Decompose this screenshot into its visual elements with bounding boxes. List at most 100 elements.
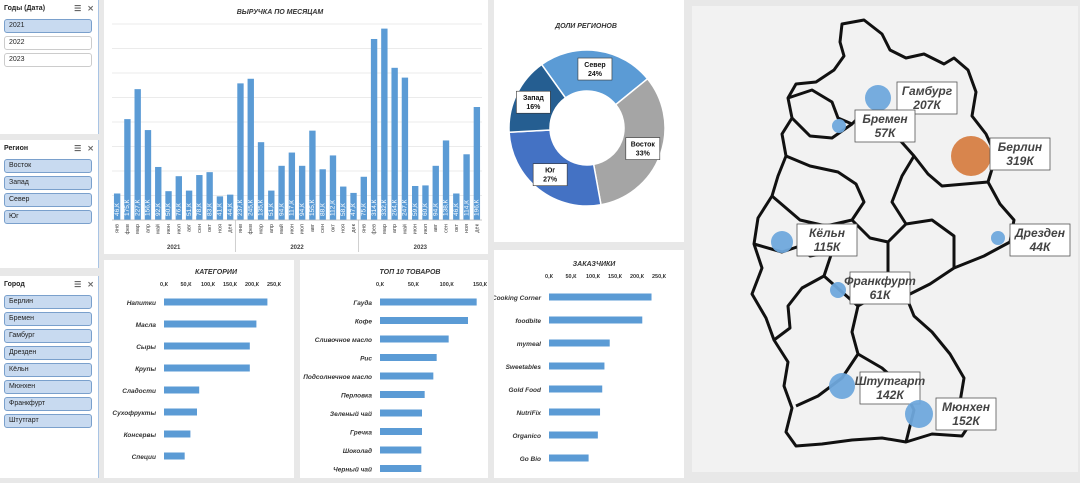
month-tick-label: мар	[135, 224, 141, 234]
revenue-data-label: 75,К	[361, 203, 368, 216]
category-bar	[164, 364, 250, 372]
month-tick-label: апр	[145, 224, 151, 233]
category-label: Гречка	[350, 430, 372, 437]
slicer-city-item[interactable]: Штутгарт	[4, 414, 92, 428]
slicer-city-item[interactable]: Бремен	[4, 312, 92, 326]
customers-title: ЗАКАЗЧИКИ	[573, 261, 617, 268]
month-tick-label: ноя	[341, 224, 347, 233]
revenue-data-label: 59,К	[412, 203, 419, 216]
slicer-region-item[interactable]: Восток	[4, 159, 92, 173]
slicer-city-item[interactable]: Кёльн	[4, 363, 92, 377]
category-label: Sweetables	[506, 364, 542, 371]
revenue-data-label: 245,К	[247, 199, 254, 216]
month-tick-label: фев	[248, 224, 254, 235]
top10-panel: ТОП 10 ТОВАРОВ 0,К 50,К 100,К 150,К Гауда Коф…	[300, 260, 488, 478]
multi-select-icon[interactable]: ☰	[74, 4, 81, 13]
slicer-years-item[interactable]: 2021	[4, 19, 92, 33]
category-label: Шоколад	[343, 447, 372, 455]
x-tick-label: 100,К	[586, 274, 601, 280]
slicer-city-item[interactable]: Берлин	[4, 295, 92, 309]
multi-select-icon[interactable]: ☰	[74, 280, 81, 289]
revenue-data-label: 60,К	[422, 203, 429, 216]
city-value-label: 44К	[1029, 240, 1052, 254]
slicer-years-item[interactable]: 2022	[4, 36, 92, 50]
city-name-label: Гамбург	[902, 84, 953, 98]
slicer-city-item[interactable]: Гамбург	[4, 329, 92, 343]
slice-name-label: Юг	[545, 168, 555, 175]
slicer-region-item[interactable]: Юг	[4, 210, 92, 224]
month-tick-label: янв	[238, 224, 244, 233]
category-bar	[380, 298, 477, 306]
month-tick-label: окт	[330, 224, 336, 233]
slice-value-label: 27%	[543, 177, 558, 184]
revenue-data-label: 51,К	[186, 203, 193, 216]
revenue-data-label: 117,К	[289, 200, 296, 216]
revenue-data-label: 156,К	[145, 199, 152, 216]
category-bar	[380, 354, 437, 361]
monthly-revenue-panel: ВЫРУЧКА ПО МЕСЯЦАМ 46,К 175,К 227,К 156,К 92…	[104, 0, 488, 254]
revenue-data-label: 264,К	[391, 199, 398, 216]
revenue-data-label: 51,К	[268, 203, 275, 216]
revenue-data-label: 58,К	[340, 203, 347, 216]
category-bar	[549, 316, 643, 324]
x-tick-label: 200,К	[630, 274, 645, 280]
month-tick-label: авг	[310, 224, 316, 232]
city-name-label: Бремен	[862, 112, 908, 126]
slicer-city-item[interactable]: Франкфурт	[4, 397, 92, 411]
clear-filter-icon[interactable]: ⨯	[87, 280, 94, 289]
month-tick-label: июн	[166, 224, 172, 234]
categories-panel: КАТЕГОРИИ 0,К 50,К 100,К 150,К 200,К 250,К Нап…	[104, 260, 294, 478]
month-tick-label: июл	[176, 224, 182, 234]
month-tick-label: июн	[413, 224, 419, 234]
month-tick-label: дек	[351, 223, 357, 232]
slicer-city-title: Город	[4, 280, 25, 288]
city-bubble	[829, 373, 855, 399]
year-label: 2021	[167, 245, 181, 251]
multi-select-icon[interactable]: ☰	[74, 144, 81, 153]
revenue-data-label: 112,К	[330, 200, 337, 216]
category-label: Черный чай	[333, 466, 372, 474]
customers-chart: ЗАКАЗЧИКИ 0,К 50,К 100,К 150,К 200,К 250,К Coo…	[492, 261, 667, 463]
clear-filter-icon[interactable]: ⨯	[87, 4, 94, 13]
slicer-years-item[interactable]: 2023	[4, 53, 92, 67]
category-bar	[380, 409, 422, 417]
city-value-label: 57К	[875, 126, 897, 140]
revenue-data-label: 76,К	[176, 203, 183, 216]
slicer-city-item[interactable]: Мюнхен	[4, 380, 92, 394]
category-bar	[164, 320, 257, 328]
month-tick-label: сен	[443, 224, 449, 233]
slice-name-label: Север	[584, 62, 605, 69]
x-tick-label: 100,К	[440, 282, 455, 288]
revenue-data-label: 46,К	[453, 203, 460, 216]
city-name-label: Штутгарт	[855, 374, 926, 388]
slice-name-label: Восток	[631, 142, 656, 149]
month-tick-label: мар	[258, 224, 264, 234]
revenue-data-label: 47,К	[350, 203, 357, 216]
revenue-data-label: 44,К	[227, 203, 234, 216]
category-label: Подсолнечное масло	[303, 373, 372, 381]
slicer-region-item[interactable]: Запад	[4, 176, 92, 190]
city-value-label: 115К	[814, 240, 842, 254]
slicer-region-item[interactable]: Север	[4, 193, 92, 207]
city-bubble	[832, 119, 846, 133]
revenue-data-label: 175,К	[124, 199, 131, 216]
revenue-data-label: 50,К	[165, 203, 172, 216]
x-tick-label: 50,К	[180, 282, 192, 288]
slicer-city-item[interactable]: Дрезден	[4, 346, 92, 360]
category-label: Gold Food	[509, 387, 543, 394]
month-tick-label: фев	[372, 224, 378, 235]
category-label: Консервы	[124, 432, 157, 439]
x-tick-label: 150,К	[608, 274, 623, 280]
category-bar	[549, 454, 589, 462]
month-tick-label: дек	[474, 223, 480, 232]
category-bar	[549, 408, 601, 416]
category-label: Рис	[360, 356, 372, 363]
clear-filter-icon[interactable]: ⨯	[87, 144, 94, 153]
revenue-data-label: 46,К	[114, 203, 121, 216]
x-tick-label: 50,К	[408, 282, 420, 288]
slicer-city-header: Город ☰ ⨯	[0, 276, 98, 292]
month-tick-label: июн	[289, 224, 295, 234]
slice-name-label: Запад	[523, 95, 544, 102]
revenue-data-label: 227,К	[134, 199, 141, 216]
category-label: Сливочное масло	[315, 337, 372, 344]
